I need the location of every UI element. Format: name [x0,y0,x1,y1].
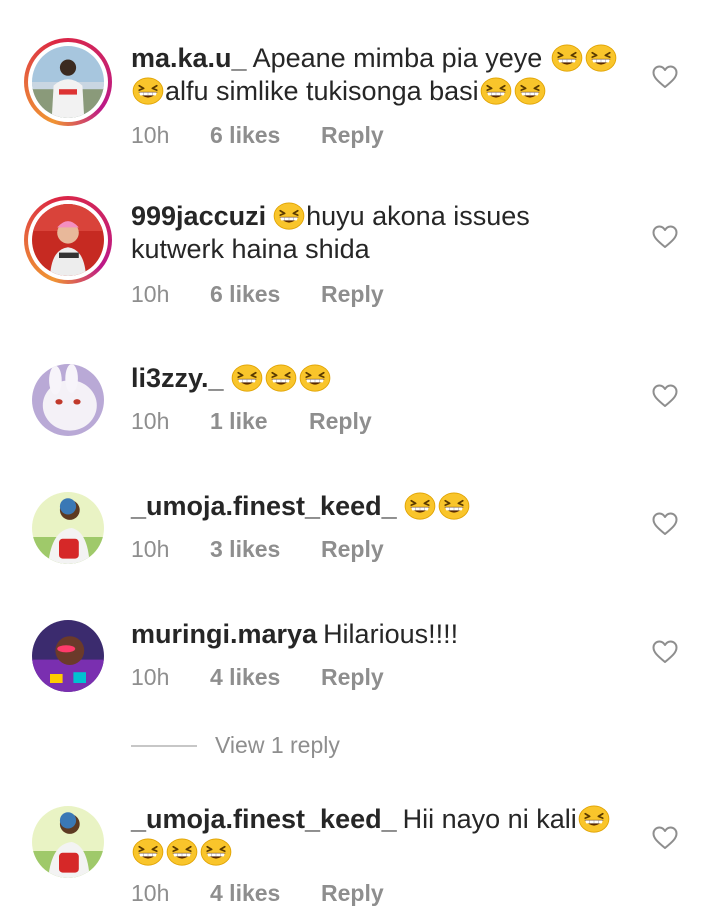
likes-count[interactable]: 4 likes [210,664,280,691]
comment-body: huyu akona issues [306,201,530,231]
comment-body: Apeane mimba pia yeye [252,43,543,73]
likes-count[interactable]: 6 likes [210,281,280,308]
view-replies-label: View 1 reply [215,732,340,758]
view-replies-divider [131,745,197,747]
avatar-image [32,492,104,564]
grinning-squinting-face-emoji-icon [231,364,263,392]
grinning-squinting-face-emoji-icon [585,44,617,72]
avatar-image [32,46,104,118]
avatar[interactable] [32,492,104,564]
grinning-squinting-face-emoji-icon [166,838,198,866]
comment-username[interactable]: ma.ka.u_ [131,43,247,73]
comment-text: muringi.marya Hilarious!!!! [131,618,631,651]
grinning-squinting-face-emoji-icon [551,44,583,72]
avatar[interactable] [32,620,104,692]
reply-button[interactable]: Reply [321,536,384,563]
comment-body: kutwerk haina shida [131,234,370,264]
grinning-squinting-face-emoji-icon [438,492,470,520]
avatar-image [32,364,104,436]
comment-body: alfu simlike tukisonga basi [165,76,479,106]
grinning-squinting-face-emoji-icon [265,364,297,392]
comment-body: Hii nayo ni kali [402,804,577,834]
comment-username[interactable]: _umoja.finest_keed_ [131,491,397,521]
comment-username[interactable]: li3zzy._ [131,363,224,393]
comment-timestamp: 10h [131,536,170,562]
comment-timestamp: 10h [131,281,170,307]
comment-text: _umoja.finest_keed_ Hii nayo ni kali [131,803,631,869]
heart-icon[interactable] [652,512,678,536]
comment-username[interactable]: _umoja.finest_keed_ [131,804,397,834]
avatar[interactable] [24,38,112,126]
heart-icon[interactable] [652,826,678,850]
comment-timestamp: 10h [131,880,170,906]
likes-count[interactable]: 4 likes [210,880,280,907]
heart-icon[interactable] [652,65,678,89]
grinning-squinting-face-emoji-icon [200,838,232,866]
grinning-squinting-face-emoji-icon [132,77,164,105]
likes-count[interactable]: 3 likes [210,536,280,563]
comment-text: _umoja.finest_keed_ [131,490,631,523]
grinning-squinting-face-emoji-icon [299,364,331,392]
comment-timestamp: 10h [131,664,170,690]
comment-body: Hilarious!!!! [323,619,459,649]
comment-timestamp: 10h [131,122,170,148]
avatar-image [32,806,104,878]
likes-count[interactable]: 6 likes [210,122,280,149]
grinning-squinting-face-emoji-icon [480,77,512,105]
comment-username[interactable]: muringi.marya [131,619,317,649]
reply-button[interactable]: Reply [321,281,384,308]
comment-username[interactable]: 999jaccuzi [131,201,266,231]
avatar-image [32,204,104,276]
comment-text: 999jaccuzi huyu akona issues kutwerk hain… [131,200,631,266]
grinning-squinting-face-emoji-icon [273,202,305,230]
grinning-squinting-face-emoji-icon [578,805,610,833]
heart-icon[interactable] [652,640,678,664]
heart-icon[interactable] [652,225,678,249]
reply-button[interactable]: Reply [321,664,384,691]
likes-count[interactable]: 1 like [210,408,268,435]
comment-text: li3zzy._ [131,362,631,395]
grinning-squinting-face-emoji-icon [514,77,546,105]
avatar-image [32,620,104,692]
reply-button[interactable]: Reply [321,122,384,149]
comment-timestamp: 10h [131,408,170,434]
reply-button[interactable]: Reply [309,408,372,435]
reply-button[interactable]: Reply [321,880,384,907]
grinning-squinting-face-emoji-icon [132,838,164,866]
heart-icon[interactable] [652,384,678,408]
grinning-squinting-face-emoji-icon [404,492,436,520]
avatar[interactable] [32,364,104,436]
avatar[interactable] [32,806,104,878]
view-replies-button[interactable]: View 1 reply [131,732,431,762]
comment-text: ma.ka.u_ Apeane mimba pia yeye alfu simli… [131,42,631,108]
avatar[interactable] [24,196,112,284]
